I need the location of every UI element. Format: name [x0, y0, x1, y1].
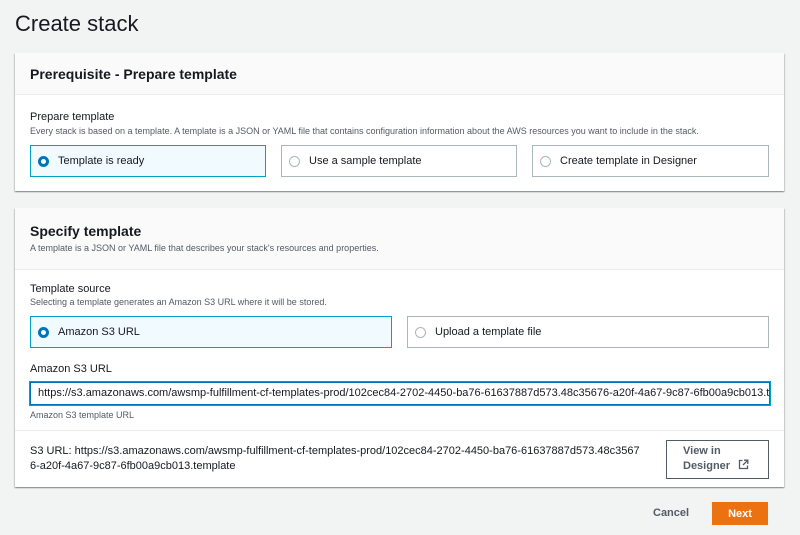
- view-in-designer-line-2-label: Designer: [683, 460, 731, 472]
- radio-amazon-s3-url[interactable]: [38, 326, 49, 338]
- amazon-s3-url-input[interactable]: https://s3.amazonaws.com/awsmp-fulfillme…: [30, 382, 770, 405]
- radio-sample-template[interactable]: [289, 155, 300, 167]
- s3-url-readout: S3 URL: https://s3.amazonaws.com/awsmp-f…: [30, 444, 670, 474]
- page-title: Create stack: [15, 11, 139, 36]
- prepare-template-description: Every stack is based on a template. A te…: [30, 126, 699, 136]
- s3-url-divider: [15, 430, 784, 431]
- specify-template-header: Specify template A template is a JSON or…: [15, 208, 784, 270]
- external-link-icon: [738, 459, 749, 475]
- option-template-ready-label: Template is ready: [58, 155, 145, 167]
- option-create-in-designer-label: Create template in Designer: [560, 155, 697, 167]
- amazon-s3-url-label: Amazon S3 URL: [30, 363, 112, 375]
- s3-url-value-part-1: https://s3.amazonaws.com/awsmp-fulfillme…: [74, 445, 640, 457]
- radio-create-in-designer[interactable]: [540, 155, 551, 167]
- option-create-in-designer[interactable]: Create template in Designer: [532, 145, 769, 177]
- specify-template-title: Specify template: [30, 223, 142, 239]
- s3-url-label: S3 URL:: [30, 445, 72, 457]
- view-in-designer-line-2: Designer: [683, 459, 749, 475]
- view-in-designer-button[interactable]: View in Designer: [666, 440, 769, 479]
- specify-template-subtitle: A template is a JSON or YAML file that d…: [30, 243, 379, 253]
- option-amazon-s3-url-label: Amazon S3 URL: [58, 326, 140, 338]
- prepare-template-label: Prepare template: [30, 111, 115, 123]
- next-button[interactable]: Next: [712, 502, 768, 525]
- view-in-designer-text: View in Designer: [683, 444, 749, 475]
- option-sample-template-label: Use a sample template: [309, 155, 422, 167]
- specify-template-panel: Specify template A template is a JSON or…: [15, 208, 784, 487]
- amazon-s3-url-hint: Amazon S3 template URL: [30, 410, 135, 420]
- option-upload-template-file-label: Upload a template file: [435, 326, 542, 338]
- prerequisite-header: Prerequisite - Prepare template: [15, 53, 784, 95]
- option-amazon-s3-url[interactable]: Amazon S3 URL: [30, 316, 392, 348]
- template-source-description: Selecting a template generates an Amazon…: [30, 297, 327, 307]
- option-sample-template[interactable]: Use a sample template: [281, 145, 517, 177]
- option-upload-template-file[interactable]: Upload a template file: [407, 316, 769, 348]
- cancel-button[interactable]: Cancel: [653, 507, 689, 519]
- s3-url-value-part-2: 6-a20f-4a67-9c87-6fb00a9cb013.template: [30, 460, 236, 472]
- s3-url-line-1: S3 URL: https://s3.amazonaws.com/awsmp-f…: [30, 444, 670, 459]
- prerequisite-title: Prerequisite - Prepare template: [30, 65, 237, 82]
- template-source-label: Template source: [30, 283, 111, 295]
- option-template-ready[interactable]: Template is ready: [30, 145, 266, 177]
- prerequisite-panel: Prerequisite - Prepare template Prepare …: [15, 53, 784, 191]
- radio-template-ready[interactable]: [38, 155, 49, 167]
- view-in-designer-line-1: View in: [683, 445, 721, 457]
- radio-upload-template-file[interactable]: [415, 326, 426, 338]
